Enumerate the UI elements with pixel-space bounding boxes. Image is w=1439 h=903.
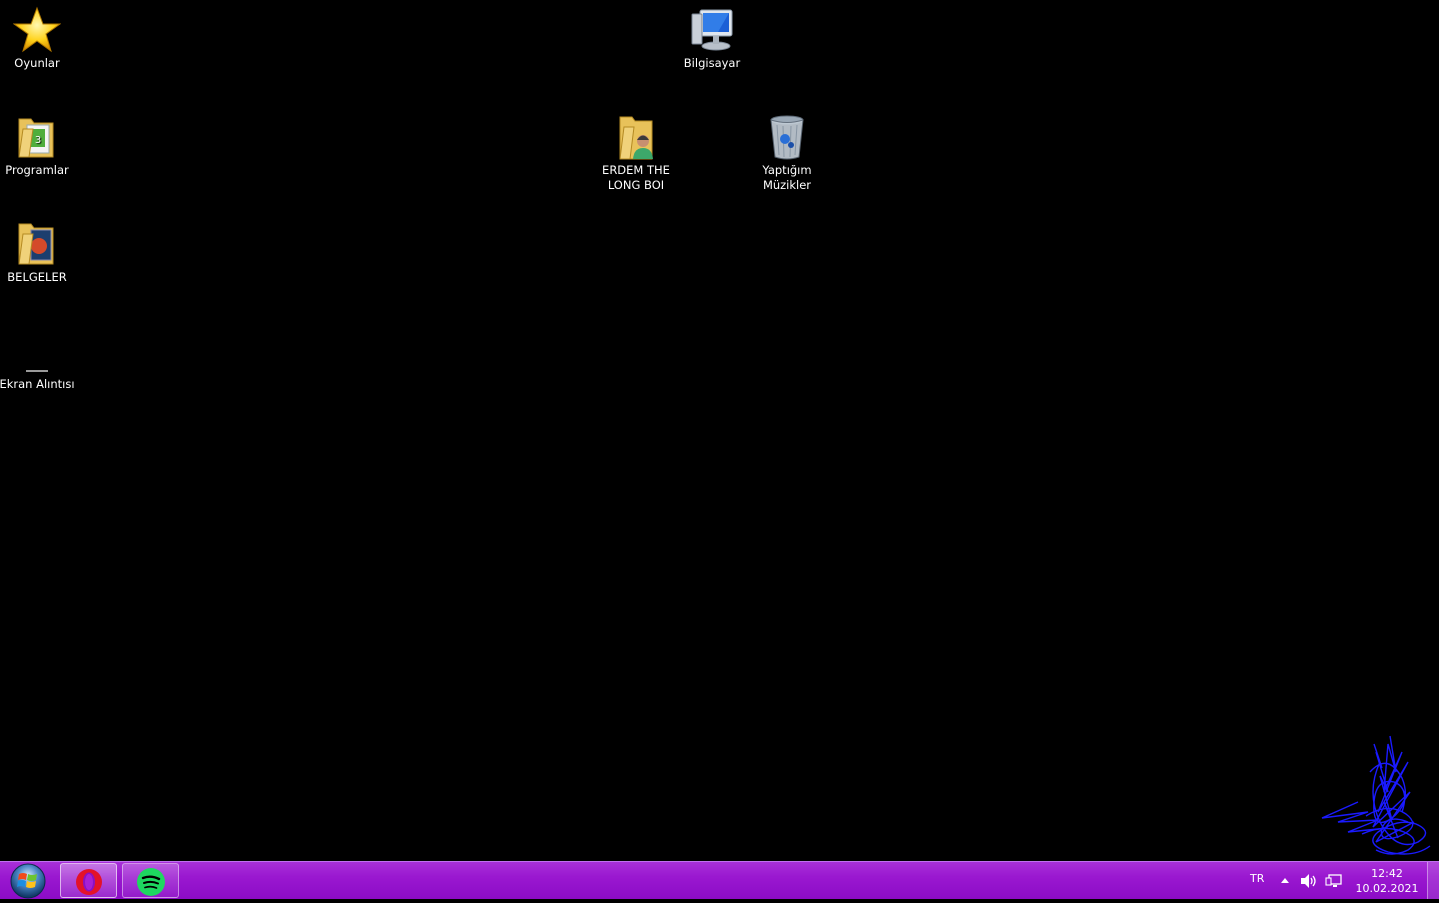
desktop-icon-programlar[interactable]: 3 Programlar	[0, 113, 75, 178]
desktop-icon-label: BELGELER	[7, 270, 67, 284]
language-indicator[interactable]: TR	[1250, 872, 1264, 885]
user-folder-icon	[619, 116, 653, 160]
desktop-icon-bilgisayar[interactable]: Bilgisayar	[674, 6, 750, 71]
desktop-icon-label: Yaptığım Müzikler	[762, 163, 812, 192]
desktop-icon-belgeler[interactable]: BELGELER	[0, 220, 75, 285]
desktop: Oyunlar Bilgisayar 3 Programlar ERDEM TH…	[0, 0, 1439, 861]
snipping-tool-icon	[26, 370, 48, 372]
desktop-icon-label: Programlar	[5, 163, 69, 177]
show-hidden-icons-icon[interactable]	[1280, 877, 1290, 885]
start-button[interactable]	[4, 862, 52, 899]
blue-scribble	[1321, 735, 1431, 855]
desktop-icon-ekran-alintisi[interactable]: Ekran Alıntısı	[0, 327, 75, 392]
clock-time: 12:42	[1371, 867, 1403, 880]
show-desktop-button[interactable]	[1427, 862, 1439, 899]
desktop-icon-label: Ekran Alıntısı	[0, 377, 75, 391]
spotify-icon	[137, 868, 165, 896]
clock-date: 10.02.2021	[1355, 882, 1419, 895]
desktop-icon-yaptigim-muzikler[interactable]: Yaptığım Müzikler	[749, 113, 825, 193]
taskbar-app-opera[interactable]	[60, 863, 117, 898]
desktop-icon-label: ERDEM THE LONG BOI	[602, 163, 670, 192]
desktop-icon-label: Oyunlar	[14, 56, 60, 70]
recycle-bin-icon	[770, 115, 804, 160]
svg-text:3: 3	[35, 135, 41, 146]
network-icon[interactable]	[1325, 873, 1343, 889]
folder-icon: 3	[18, 118, 54, 158]
desktop-icon-erdem[interactable]: ERDEM THE LONG BOI	[598, 113, 674, 193]
desktop-icon-oyunlar[interactable]: Oyunlar	[0, 6, 75, 71]
clock[interactable]: 12:42 10.02.2021	[1348, 866, 1426, 896]
computer-icon	[691, 9, 733, 51]
windows-logo-icon	[10, 863, 46, 899]
taskbar-app-spotify[interactable]	[122, 863, 179, 898]
star-icon	[13, 6, 61, 53]
taskbar: TR 12:42 10.02.2021	[0, 861, 1439, 899]
volume-icon[interactable]	[1300, 873, 1318, 889]
opera-icon	[76, 869, 102, 895]
desktop-icon-label: Bilgisayar	[683, 56, 741, 70]
folder-icon	[18, 223, 54, 265]
